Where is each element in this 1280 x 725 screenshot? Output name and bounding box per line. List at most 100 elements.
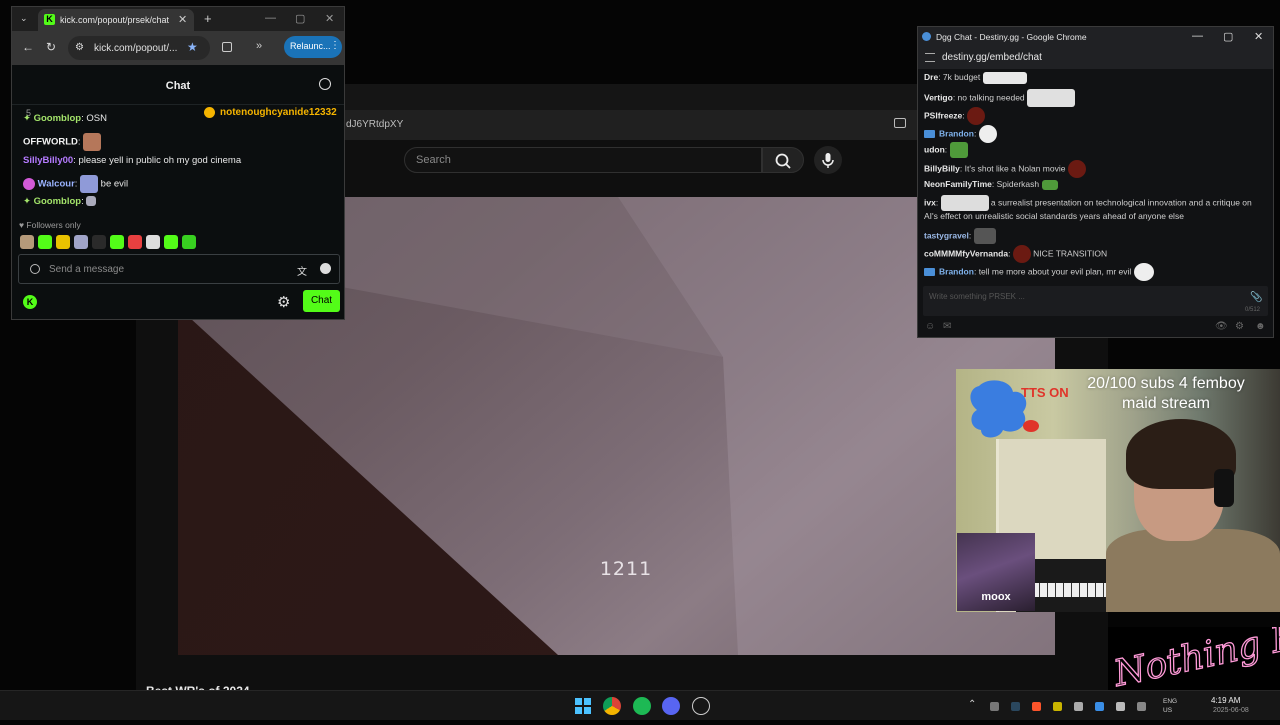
chat-username[interactable]: coMMMMfyVernanda xyxy=(924,248,1008,258)
chat-username[interactable]: Walcour xyxy=(38,179,75,190)
spotify-icon[interactable] xyxy=(633,697,651,715)
site-settings-icon[interactable] xyxy=(925,53,935,62)
emote-button[interactable] xyxy=(20,234,34,249)
extensions-icon[interactable] xyxy=(222,42,232,52)
chat-username[interactable]: ivx xyxy=(924,197,936,207)
obs-icon[interactable] xyxy=(692,697,710,715)
chat-username[interactable]: Brandon xyxy=(939,266,974,276)
emote-button[interactable] xyxy=(56,234,70,249)
kick-chat-window: ⌄ K kick.com/popout/prsek/chat ✕ + — ▢ ✕… xyxy=(11,6,345,320)
chat-username[interactable]: PSIfreeze xyxy=(924,110,962,120)
clock-date[interactable]: 2025-06-08 xyxy=(1213,707,1249,714)
chat-username[interactable]: Goomblop xyxy=(34,196,82,207)
tray-app-icon[interactable] xyxy=(1137,702,1146,711)
back-arrow-icon[interactable]: ← xyxy=(22,40,34,54)
emote-button[interactable] xyxy=(182,234,196,249)
chat-username[interactable]: Vertigo xyxy=(924,92,953,102)
window-title: Dgg Chat - Destiny.gg - Google Chrome xyxy=(936,32,1087,42)
search-icon xyxy=(775,153,791,169)
reload-icon[interactable]: ↻ xyxy=(46,40,56,54)
chat-username[interactable]: NeonFamilyTime xyxy=(924,179,992,189)
chat-username[interactable]: SillyBilly00 xyxy=(23,155,73,166)
language-indicator[interactable]: ENG US xyxy=(1163,697,1177,715)
emote-image xyxy=(83,133,102,151)
search-button[interactable] xyxy=(762,147,804,173)
steam-icon[interactable] xyxy=(1011,702,1020,711)
emote-button[interactable] xyxy=(146,234,160,249)
settings-gear-icon[interactable]: ⚙ xyxy=(1235,321,1244,332)
kick-logo-icon[interactable]: K xyxy=(23,295,37,309)
chat-username[interactable]: Brandon xyxy=(939,128,974,138)
tray-app-icon[interactable] xyxy=(1074,702,1083,711)
clock-time[interactable]: 4:19 AM xyxy=(1211,696,1240,705)
search-input[interactable]: Search xyxy=(404,147,762,173)
chat-username[interactable]: OFFWORLD xyxy=(23,137,78,148)
address-bar[interactable]: destiny.gg/embed/chat xyxy=(918,47,1273,69)
maximize-icon[interactable]: ▢ xyxy=(1223,30,1233,43)
pepe-emote-image xyxy=(949,142,968,158)
chat-message: ✦ Goomblop: OSN xyxy=(23,113,107,124)
chat-input[interactable]: Write something PRSEK ... 📎 0/512 xyxy=(923,286,1268,316)
emote-image xyxy=(1133,263,1154,281)
subgoal-line-1: 20/100 subs 4 femboy xyxy=(1087,375,1245,392)
emote-button[interactable] xyxy=(74,234,88,249)
close-window-icon[interactable]: ✕ xyxy=(325,12,334,25)
guest-cam: moox xyxy=(957,533,1035,611)
tray-app-icon[interactable] xyxy=(990,702,999,711)
emoji-picker-icon[interactable] xyxy=(320,263,331,274)
chat-username[interactable]: Goomblop xyxy=(34,113,82,124)
whispers-icon[interactable]: ✉ xyxy=(943,321,951,332)
message-input[interactable]: Send a message 文 xyxy=(18,254,340,284)
tab-list-chevron-icon[interactable]: ⌄ xyxy=(20,13,28,24)
tray-app-icon[interactable] xyxy=(1053,702,1062,711)
chat-message-text: please yell in public oh my god cinema xyxy=(75,155,242,166)
region-code: US xyxy=(1163,707,1173,714)
emote-button[interactable] xyxy=(38,234,52,249)
eye-icon[interactable]: 👁 xyxy=(1215,321,1228,332)
browser-tab[interactable]: K kick.com/popout/prsek/chat ✕ xyxy=(38,9,194,31)
emoji-icon[interactable]: ☺ xyxy=(925,321,935,332)
emote-button[interactable] xyxy=(92,234,106,249)
emote-button[interactable] xyxy=(110,234,124,249)
menu-dots-icon[interactable]: ⋮ xyxy=(330,40,340,51)
chat-username[interactable]: BillyBilly xyxy=(924,163,960,173)
chat-message-text: no talking needed xyxy=(955,92,1025,103)
tray-overflow-chevron-icon[interactable]: ⌃ xyxy=(968,699,976,710)
chat-username[interactable]: Dre xyxy=(924,72,938,82)
emote-image xyxy=(940,195,989,211)
chat-message: ivx: a surrealist presentation on techno… xyxy=(924,195,1252,211)
voice-search-button[interactable] xyxy=(814,146,842,174)
users-icon[interactable]: ☻ xyxy=(1255,321,1266,332)
chat-settings-gear-icon[interactable]: ⚙ xyxy=(277,293,290,311)
chat-username[interactable]: udon xyxy=(924,144,945,154)
emote-button[interactable] xyxy=(128,234,142,249)
maximize-icon[interactable]: ▢ xyxy=(295,12,305,25)
close-window-icon[interactable]: ✕ xyxy=(1254,30,1263,43)
send-chat-button[interactable]: Chat xyxy=(303,290,340,312)
bookmark-star-icon[interactable]: ★ xyxy=(187,40,198,54)
brave-icon[interactable] xyxy=(1032,702,1041,711)
cast-icon[interactable] xyxy=(894,118,906,128)
windows-start-icon[interactable] xyxy=(575,698,591,714)
site-settings-icon[interactable]: ⚙ xyxy=(75,42,84,53)
tray-app-icon[interactable] xyxy=(1095,702,1104,711)
paperclip-icon[interactable]: 📎 xyxy=(1250,292,1262,303)
kick-favicon-icon: K xyxy=(44,14,55,25)
chat-username[interactable]: tastygravel xyxy=(924,230,969,240)
more-chevron-icon[interactable]: » xyxy=(256,40,262,52)
tts-bubble-icon: TTS ON xyxy=(970,380,1069,438)
discord-icon[interactable] xyxy=(662,697,680,715)
emote-image xyxy=(1027,89,1076,107)
emote-image xyxy=(80,175,99,193)
minimize-icon[interactable]: — xyxy=(1192,30,1203,42)
microphone-icon[interactable] xyxy=(1116,702,1125,711)
chat-message: PSIfreeze: xyxy=(924,107,986,125)
minimize-icon[interactable]: — xyxy=(265,12,276,24)
new-tab-button[interactable]: + xyxy=(204,11,212,26)
user-list-icon[interactable] xyxy=(319,78,331,90)
close-tab-icon[interactable]: ✕ xyxy=(178,13,187,26)
chrome-icon[interactable] xyxy=(603,697,621,715)
emote-button[interactable] xyxy=(164,234,178,249)
translate-icon[interactable]: 文 xyxy=(297,263,307,278)
sparkle-badge-icon: ✦ xyxy=(23,196,34,207)
